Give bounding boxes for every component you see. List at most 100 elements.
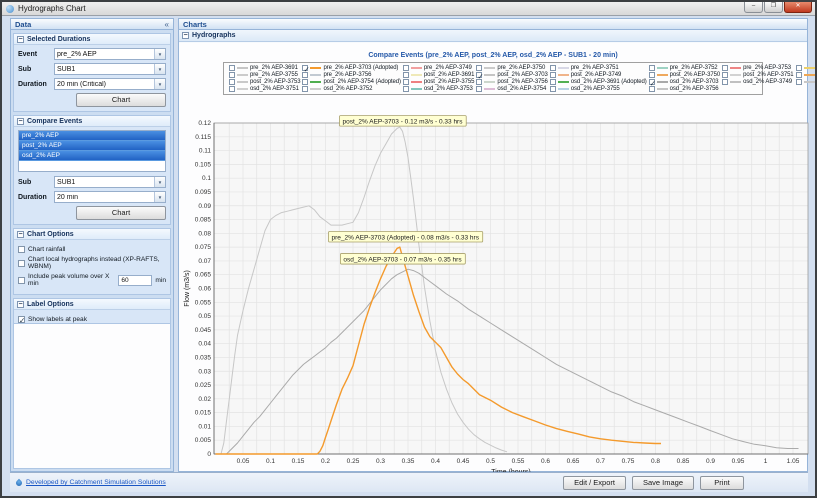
legend-checkbox[interactable] [476, 86, 482, 92]
close-button-icon[interactable]: ✕ [784, 2, 812, 13]
legend-label: osd_2% AEP-3751 [250, 86, 299, 92]
legend-item: post_2% AEP-3752 [796, 72, 817, 78]
checkbox[interactable] [18, 246, 25, 253]
collapse-icon[interactable]: − [17, 231, 24, 238]
legend-checkbox[interactable] [403, 72, 409, 78]
chevron-down-icon[interactable]: ▼ [154, 177, 165, 187]
legend-item: pre_2% AEP-3752 [649, 65, 720, 71]
save-image-button[interactable]: Save Image [632, 476, 694, 490]
combo-box[interactable]: SUB1▼ [54, 176, 166, 188]
legend-label: osd_2% AEP-3691 (Adopted) [571, 79, 647, 85]
legend-checkbox[interactable] [550, 65, 556, 71]
minimize-button-icon[interactable]: – [744, 2, 763, 13]
chart-legend: pre_2% AEP-3691pre_2% AEP-3703 (Adopted)… [223, 62, 763, 95]
field-label: Event [18, 51, 54, 58]
legend-line-icon [310, 67, 321, 69]
combo-box[interactable]: 20 min▼ [54, 191, 166, 203]
chart-options-header[interactable]: − Chart Options [14, 229, 170, 240]
checkbox[interactable] [18, 316, 25, 323]
legend-checkbox[interactable] [302, 72, 308, 78]
hydrographs-group-header[interactable]: − Hydrographs [179, 30, 807, 42]
legend-checkbox[interactable] [722, 79, 728, 85]
window-title: Hydrographs Chart [18, 4, 86, 13]
chart-canvas: Compare Events (pre_2% AEP, post_2% AEP,… [179, 43, 807, 471]
svg-text:0.045: 0.045 [195, 327, 212, 334]
checkbox[interactable] [18, 277, 25, 284]
legend-line-icon [558, 81, 569, 83]
legend-label: post_2% AEP-3751 [743, 72, 793, 78]
field-label: Duration [18, 81, 54, 88]
legend-checkbox[interactable] [229, 79, 235, 85]
legend-checkbox[interactable] [229, 86, 235, 92]
legend-checkbox[interactable] [722, 72, 728, 78]
legend-checkbox[interactable] [476, 72, 482, 78]
svg-text:pre_2% AEP-3703 (Adopted) - 0.: pre_2% AEP-3703 (Adopted) - 0.08 m3/s - … [332, 234, 480, 241]
collapse-icon[interactable]: − [17, 118, 24, 125]
legend-label: pre_2% AEP-3749 [424, 65, 472, 71]
legend-checkbox[interactable] [476, 65, 482, 71]
developer-link[interactable]: Developed by Catchment Simulation Soluti… [26, 479, 166, 486]
combo-value: SUB1 [55, 66, 154, 73]
svg-text:0.15: 0.15 [292, 458, 305, 465]
chart-button-durations[interactable]: Chart [76, 93, 166, 107]
peak-volume-input[interactable] [118, 275, 152, 286]
svg-text:0.7: 0.7 [596, 458, 605, 465]
legend-checkbox[interactable] [302, 86, 308, 92]
edit-export-button[interactable]: Edit / Export [563, 476, 626, 490]
legend-checkbox[interactable] [550, 86, 556, 92]
list-item[interactable]: post_2% AEP [19, 141, 165, 151]
legend-label: osd_2% AEP-3755 [571, 86, 620, 92]
maximize-button-icon[interactable]: ❐ [764, 2, 783, 13]
legend-checkbox[interactable] [403, 79, 409, 85]
legend-checkbox[interactable] [649, 72, 655, 78]
legend-checkbox[interactable] [649, 79, 655, 85]
legend-checkbox[interactable] [302, 79, 308, 85]
legend-item: osd_2% AEP-3752 [302, 86, 400, 92]
compare-events-header[interactable]: − Compare Events [14, 116, 170, 127]
legend-item: osd_2% AEP-3753 [403, 86, 474, 92]
selected-durations-header[interactable]: − Selected Durations [14, 34, 170, 45]
legend-checkbox[interactable] [796, 79, 802, 85]
legend-checkbox[interactable] [550, 72, 556, 78]
legend-item: pre_2% AEP-3751 [550, 65, 647, 71]
combo-box[interactable]: pre_2% AEP▼ [54, 48, 166, 60]
legend-line-icon [804, 81, 815, 83]
legend-checkbox[interactable] [550, 79, 556, 85]
print-button[interactable]: Print [700, 476, 744, 490]
legend-item: osd_2% AEP-3756 [649, 86, 720, 92]
chevron-down-icon[interactable]: ▼ [154, 64, 165, 74]
legend-item: post_2% AEP-3703 [476, 72, 547, 78]
svg-text:0: 0 [207, 451, 211, 458]
legend-checkbox[interactable] [476, 79, 482, 85]
collapse-icon[interactable]: − [17, 301, 24, 308]
legend-checkbox[interactable] [796, 65, 802, 71]
combo-box[interactable]: SUB1▼ [54, 63, 166, 75]
compare-events-list[interactable]: pre_2% AEPpost_2% AEPosd_2% AEP [18, 130, 166, 172]
combo-box[interactable]: 20 min (Critical)▼ [54, 78, 166, 90]
legend-checkbox[interactable] [649, 65, 655, 71]
checkbox[interactable] [18, 260, 25, 267]
legend-label: osd_2% AEP-3756 [670, 86, 719, 92]
list-item[interactable]: osd_2% AEP [19, 151, 165, 161]
collapse-icon[interactable]: − [17, 36, 24, 43]
chevron-down-icon[interactable]: ▼ [154, 192, 165, 202]
window-titlebar: Hydrographs Chart – ❐ ✕ [2, 2, 815, 16]
legend-checkbox[interactable] [796, 72, 802, 78]
list-item[interactable]: pre_2% AEP [19, 131, 165, 141]
legend-checkbox[interactable] [722, 65, 728, 71]
chevron-down-icon[interactable]: ▼ [154, 79, 165, 89]
legend-checkbox[interactable] [302, 65, 308, 71]
legend-checkbox[interactable] [649, 86, 655, 92]
chevron-down-icon[interactable]: ▼ [154, 49, 165, 59]
legend-label: pre_2% AEP-3691 [250, 65, 298, 71]
sidebar-empty-area [13, 323, 171, 469]
legend-checkbox[interactable] [403, 65, 409, 71]
legend-checkbox[interactable] [229, 72, 235, 78]
legend-checkbox[interactable] [403, 86, 409, 92]
hydrograph-chart[interactable]: 00.0050.010.0150.020.0250.030.0350.040.0… [180, 119, 810, 481]
chart-button-compare[interactable]: Chart [76, 206, 166, 220]
collapse-icon[interactable]: − [182, 32, 189, 39]
legend-checkbox[interactable] [229, 65, 235, 71]
panel-pin-icon[interactable]: « [165, 20, 169, 29]
label-options-header[interactable]: − Label Options [14, 299, 170, 310]
